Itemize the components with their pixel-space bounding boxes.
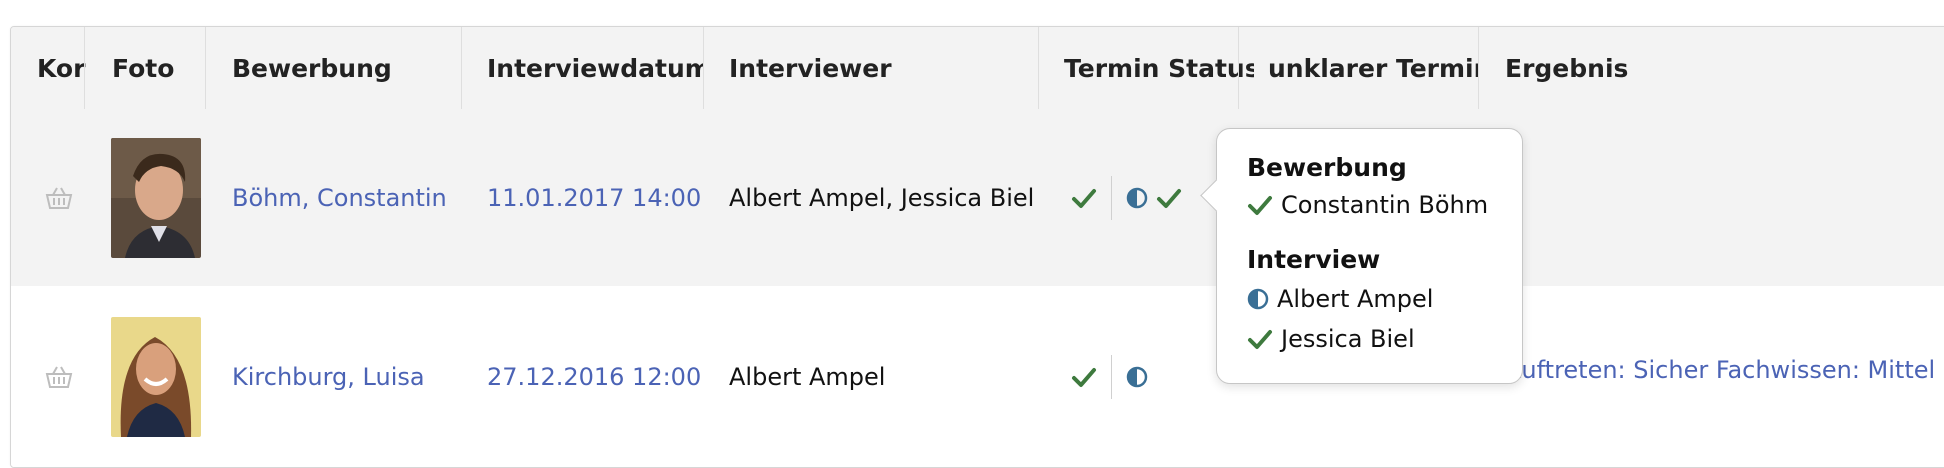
half-circle-icon	[1247, 288, 1269, 310]
basket-icon[interactable]	[44, 286, 74, 467]
interviews-table: Kor Foto Bewerbung Interviewdatum Interv…	[10, 26, 1944, 468]
column-header-bewerbung[interactable]: Bewerbung	[232, 27, 452, 109]
table-row[interactable]: Böhm, Constantin 11.01.2017 14:00 Albert…	[11, 109, 1944, 286]
table-header: Kor Foto Bewerbung Interviewdatum Interv…	[11, 27, 1944, 109]
column-header-interviewer[interactable]: Interviewer	[729, 27, 1029, 109]
ergebnis-link[interactable]: Auftreten: Sicher Fachwissen: Mittel	[1505, 356, 1935, 384]
avatar[interactable]	[111, 109, 201, 286]
interview-date-link[interactable]: 27.12.2016 12:00	[487, 286, 701, 467]
half-circle-icon	[1126, 366, 1148, 387]
popover-item: Constantin Böhm	[1247, 191, 1488, 219]
interview-date-link[interactable]: 11.01.2017 14:00	[487, 109, 701, 286]
column-header-termin-status[interactable]: Termin Status	[1064, 27, 1254, 109]
popover-section-title: Bewerbung	[1247, 153, 1407, 182]
termin-status-icons[interactable]	[1071, 286, 1148, 467]
applicant-link[interactable]: Böhm, Constantin	[232, 109, 447, 286]
popover-item: Albert Ampel	[1247, 285, 1433, 313]
column-header-foto[interactable]: Foto	[112, 27, 202, 109]
interviewer-names: Albert Ampel	[729, 362, 886, 391]
popover-item: Jessica Biel	[1247, 325, 1415, 353]
check-icon	[1072, 188, 1096, 208]
column-header-interviewdatum[interactable]: Interviewdatum	[487, 27, 703, 109]
check-icon	[1248, 196, 1272, 215]
half-circle-icon	[1126, 187, 1148, 208]
column-header-ergebnis[interactable]: Ergebnis	[1505, 27, 1705, 109]
termin-status-icons[interactable]	[1071, 109, 1182, 286]
column-header-unklarer-termin[interactable]: unklarer Termin	[1268, 27, 1478, 109]
column-header-kor[interactable]: Kor	[37, 27, 87, 109]
status-popover: Bewerbung Constantin Böhm Interview Albe…	[1200, 128, 1523, 384]
avatar[interactable]	[111, 286, 201, 467]
check-icon	[1072, 367, 1096, 387]
popover-section-title: Interview	[1247, 245, 1381, 274]
interviewer-names: Albert Ampel, Jessica Biel	[729, 183, 1035, 212]
check-icon	[1157, 188, 1181, 208]
applicant-link[interactable]: Kirchburg, Luisa	[232, 286, 425, 467]
check-icon	[1248, 330, 1272, 349]
basket-icon[interactable]	[44, 109, 74, 286]
